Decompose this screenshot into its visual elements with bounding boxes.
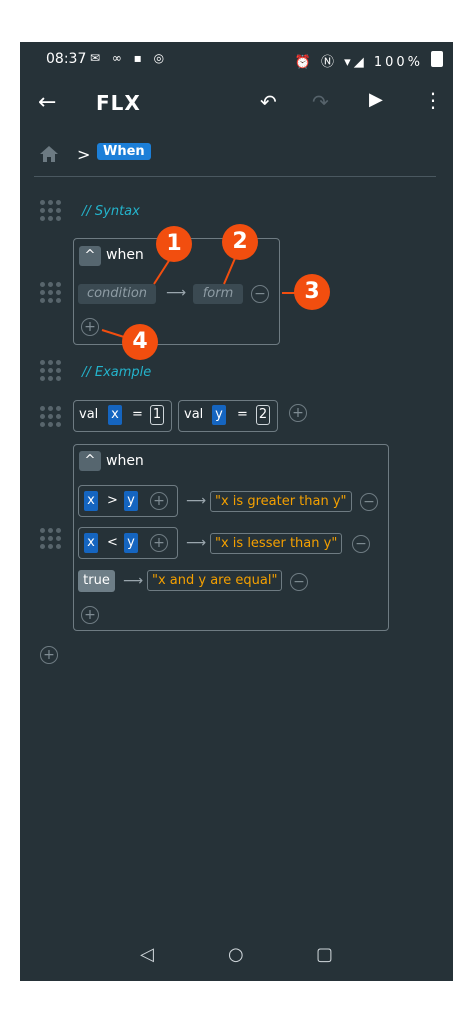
val-keyword: val xyxy=(79,407,99,422)
phone-screen: 08:37 ✉ ∞ ▪ ◎ ⏰ Ⓝ ▾◢ 100% ← FLX ↶ ↷ ▶ ⋮ … xyxy=(20,42,453,981)
operator: > xyxy=(107,493,118,508)
result-string[interactable]: "x is lesser than y" xyxy=(210,533,343,554)
when-keyword: when xyxy=(106,453,144,469)
value-1[interactable]: 1 xyxy=(150,405,164,425)
remove-circle-icon[interactable]: − xyxy=(352,535,370,553)
callout-marker-3: 3 xyxy=(294,274,330,310)
nav-home-icon[interactable]: ○ xyxy=(228,944,244,965)
variable-x[interactable]: x xyxy=(84,491,98,511)
variable-x[interactable]: x xyxy=(108,405,122,425)
value-2[interactable]: 2 xyxy=(256,405,270,425)
operator: < xyxy=(107,535,118,550)
collapse-chevron-icon[interactable]: ^ xyxy=(79,451,101,471)
variable-y[interactable]: y xyxy=(212,405,226,425)
remove-circle-icon[interactable]: − xyxy=(290,573,308,591)
result-string[interactable]: "x is greater than y" xyxy=(210,491,352,512)
variable-x[interactable]: x xyxy=(84,533,98,553)
remove-circle-icon[interactable]: − xyxy=(360,493,378,511)
equals-sign: = xyxy=(132,407,143,422)
arrow-icon: ⟶ xyxy=(186,493,207,509)
variable-y[interactable]: y xyxy=(124,533,138,553)
nav-recents-icon[interactable]: ▢ xyxy=(316,944,333,965)
nav-back-icon[interactable]: ◁ xyxy=(140,944,154,965)
variable-y[interactable]: y xyxy=(124,491,138,511)
callout-marker-2: 2 xyxy=(222,224,258,260)
arrow-icon: ⟶ xyxy=(186,535,207,551)
callout-marker-1: 1 xyxy=(156,226,192,262)
result-string[interactable]: "x and y are equal" xyxy=(147,570,283,591)
callout-marker-4: 4 xyxy=(122,324,158,360)
add-circle-icon[interactable]: + xyxy=(150,492,168,510)
val-keyword: val xyxy=(184,407,204,422)
system-nav-bar: ◁ ○ ▢ xyxy=(20,932,453,981)
add-circle-icon[interactable]: + xyxy=(289,404,307,422)
example-comment: // Example xyxy=(82,365,152,380)
add-circle-icon[interactable]: + xyxy=(150,534,168,552)
arrow-icon: ⟶ xyxy=(123,573,144,589)
true-literal[interactable]: true xyxy=(78,570,115,592)
add-circle-icon[interactable]: + xyxy=(81,606,99,624)
add-circle-icon[interactable]: + xyxy=(40,646,58,664)
equals-sign: = xyxy=(237,407,248,422)
